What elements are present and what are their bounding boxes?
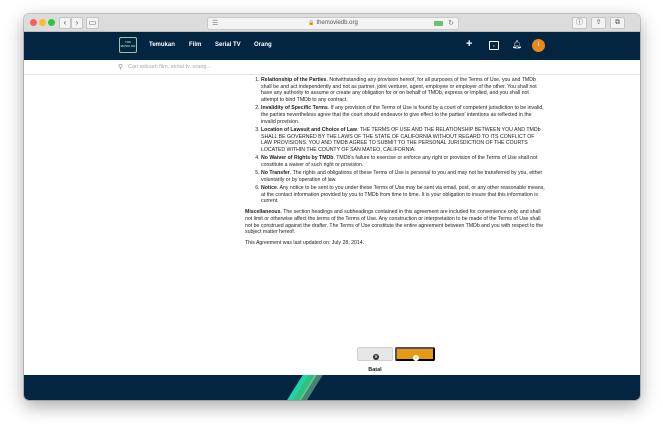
site-footer [24,375,640,400]
back-button[interactable]: ‹ [59,17,71,29]
search-input[interactable] [128,62,508,72]
check-icon: ✓ [413,355,419,361]
term-title: No Transfer [261,170,290,177]
misc-title: Miscellaneous [245,209,281,216]
list-item: Relationship of the Parties. Notwithstan… [261,77,545,104]
info-icon[interactable]: ⓘ [572,17,587,29]
reload-icon[interactable]: ↻ [448,18,454,29]
tmdb-logo[interactable]: THE MOVIE DB [119,37,137,53]
terms-content: Relationship of the Parties. Notwithstan… [245,77,545,247]
term-title: Location of Lawsuit and Choice of Law [261,126,357,133]
bell-icon[interactable]: 🔔︎ [512,40,522,49]
lock-icon: 🔒 [308,20,315,26]
address-bar[interactable]: ☰ 🔒 themoviedb.org ↻ [207,17,459,30]
term-text: . The rights and obligations of these Te… [261,170,543,183]
close-icon: ✕ [373,354,379,360]
term-title: Relationship of the Parties [261,77,327,83]
forward-button[interactable]: › [71,17,83,29]
browser-window: ‹ › ▭ ☰ 🔒 themoviedb.org ↻ ⓘ ⇪ ⧉ THE MOVI… [24,14,640,400]
minimize-window-button[interactable] [39,19,46,26]
term-title: Invalidity of Specific Terms [261,105,328,112]
extension-icon[interactable] [434,21,443,26]
accept-label: Terima [406,368,424,374]
accept-button[interactable]: ✓ Terima [395,347,435,374]
menu-icon: ☰ [212,20,219,27]
search-icon: ⚲ [118,64,124,71]
reject-button[interactable]: ✕ Batal [357,347,393,373]
last-updated-text: This Agreement was last updated on: July… [245,239,365,246]
nav-orang[interactable]: Orang [254,42,272,48]
term-title: Notice [261,185,277,192]
miscellaneous-paragraph: Miscellaneous. The section headings and … [245,209,545,236]
list-item: Invalidity of Specific Terms. If any pro… [261,105,545,125]
terms-list: Relationship of the Parties. Notwithstan… [245,77,545,205]
search-bar: ⚲ [24,60,640,75]
list-item: Notice. Any notice to be sent to you und… [261,185,545,205]
sidebar-toggle-icon[interactable]: ▭ [86,17,99,29]
zoom-window-button[interactable] [48,19,55,26]
term-title: No Waiver of Rights by TMDb [261,155,334,162]
add-icon[interactable]: + [466,38,472,50]
url-text: themoviedb.org [316,20,358,26]
close-window-button[interactable] [30,19,37,26]
nav-serial-tv[interactable]: Serial TV [215,42,241,48]
misc-text: . The section headings and subheadings c… [245,209,544,236]
list-item: Location of Lawsuit and Choice of Law. T… [261,127,545,154]
browser-toolbar: ‹ › ▭ ☰ 🔒 themoviedb.org ↻ ⓘ ⇪ ⧉ [24,14,640,32]
tv-icon[interactable]: ▪ [489,41,499,50]
share-icon[interactable]: ⇪ [591,17,606,29]
site-header: THE MOVIE DB Temukan Film Serial TV Oran… [24,32,640,60]
avatar[interactable]: I [532,39,545,52]
tabs-icon[interactable]: ⧉ [610,17,625,29]
term-text: . Any notice to be sent to you under the… [261,185,545,205]
list-item: No Waiver of Rights by TMDb. TMDb's fail… [261,155,545,168]
nav-film[interactable]: Film [189,42,201,48]
list-item: No Transfer. The rights and obligations … [261,170,545,183]
nav-temukan[interactable]: Temukan [149,42,175,48]
reject-label: Batal [368,367,382,373]
